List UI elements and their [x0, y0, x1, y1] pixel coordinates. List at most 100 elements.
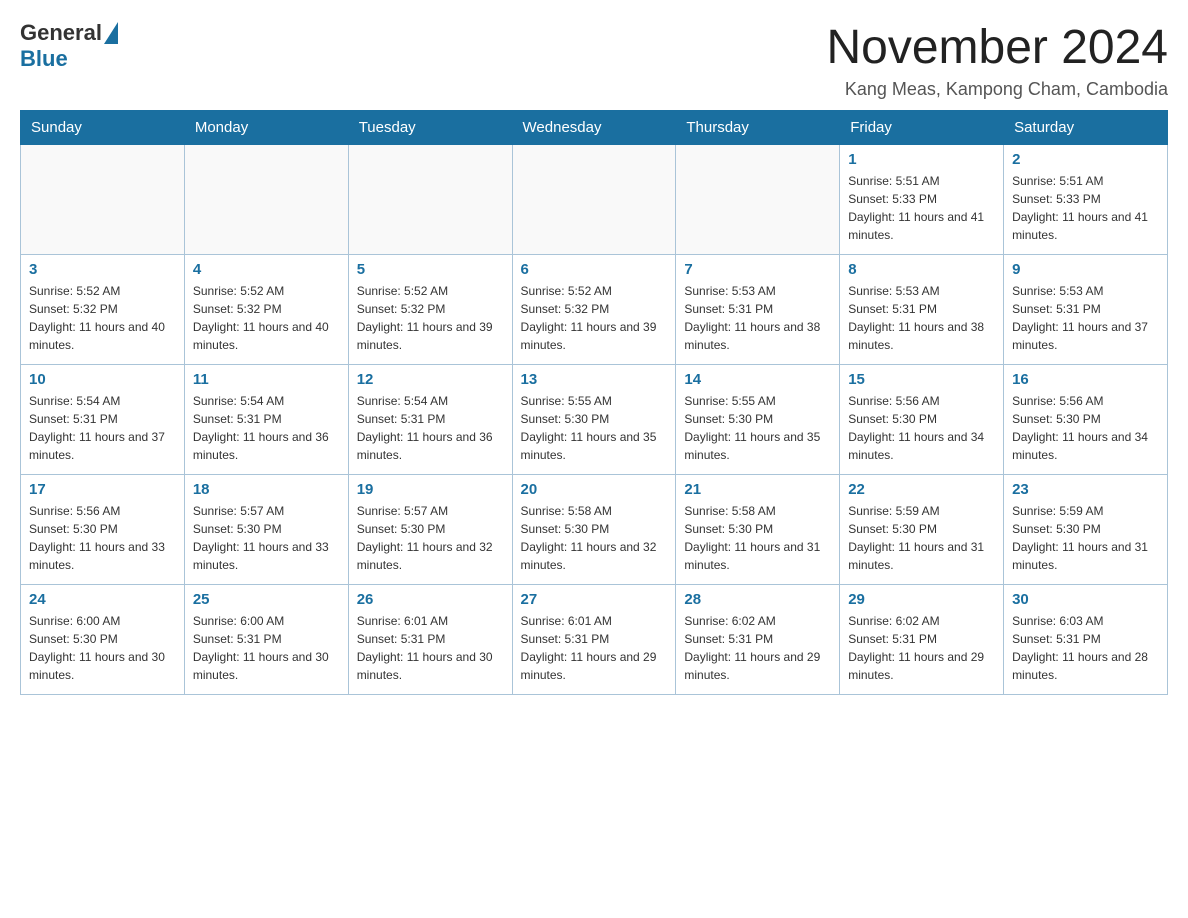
calendar-cell: 1 Sunrise: 5:51 AMSunset: 5:33 PMDaylight… [840, 145, 1004, 255]
page-header: General Blue November 2024 Kang Meas, Ka… [20, 20, 1168, 100]
calendar-cell: 16 Sunrise: 5:56 AMSunset: 5:30 PMDayligh… [1004, 365, 1168, 475]
day-number: 4 [193, 261, 340, 278]
title-area: November 2024 Kang Meas, Kampong Cham, C… [826, 20, 1168, 100]
day-number: 29 [848, 591, 995, 608]
calendar-cell: 7 Sunrise: 5:53 AMSunset: 5:31 PMDaylight… [676, 255, 840, 365]
sun-info: Sunrise: 5:53 AMSunset: 5:31 PMDaylight:… [1012, 282, 1159, 354]
calendar-cell [512, 145, 676, 255]
calendar-cell [184, 145, 348, 255]
logo-blue-text: Blue [20, 46, 118, 72]
calendar-cell: 25Sunrise: 6:00 AMSunset: 5:31 PMDayligh… [184, 585, 348, 695]
calendar-cell: 24 Sunrise: 6:00 AMSunset: 5:30 PMDayligh… [21, 585, 185, 695]
calendar-cell [676, 145, 840, 255]
week-row-1: 1 Sunrise: 5:51 AMSunset: 5:33 PMDaylight… [21, 145, 1168, 255]
day-number: 21 [684, 481, 831, 498]
sun-info: Sunrise: 5:54 AMSunset: 5:31 PMDaylight:… [193, 392, 340, 464]
weekday-header-wednesday: Wednesday [512, 111, 676, 145]
sun-info: Sunrise: 5:58 AMSunset: 5:30 PMDaylight:… [684, 502, 831, 574]
sun-info: Sunrise: 5:54 AMSunset: 5:31 PMDaylight:… [29, 392, 176, 464]
calendar-cell: 23Sunrise: 5:59 AMSunset: 5:30 PMDayligh… [1004, 475, 1168, 585]
sun-info: Sunrise: 5:57 AMSunset: 5:30 PMDaylight:… [357, 502, 504, 574]
location-title: Kang Meas, Kampong Cham, Cambodia [826, 79, 1168, 100]
calendar-table: SundayMondayTuesdayWednesdayThursdayFrid… [20, 110, 1168, 695]
sun-info: Sunrise: 6:00 AMSunset: 5:30 PMDaylight:… [29, 612, 176, 684]
day-number: 1 [848, 151, 995, 168]
calendar-cell: 2 Sunrise: 5:51 AMSunset: 5:33 PMDaylight… [1004, 145, 1168, 255]
day-number: 11 [193, 371, 340, 388]
day-number: 27 [521, 591, 668, 608]
day-number: 18 [193, 481, 340, 498]
day-number: 14 [684, 371, 831, 388]
day-number: 7 [684, 261, 831, 278]
weekday-header-friday: Friday [840, 111, 1004, 145]
sun-info: Sunrise: 5:52 AMSunset: 5:32 PMDaylight:… [29, 282, 176, 354]
sun-info: Sunrise: 5:53 AMSunset: 5:31 PMDaylight:… [848, 282, 995, 354]
day-number: 17 [29, 481, 176, 498]
calendar-cell: 27Sunrise: 6:01 AMSunset: 5:31 PMDayligh… [512, 585, 676, 695]
sun-info: Sunrise: 6:00 AMSunset: 5:31 PMDaylight:… [193, 612, 340, 684]
sun-info: Sunrise: 6:03 AMSunset: 5:31 PMDaylight:… [1012, 612, 1159, 684]
weekday-header-sunday: Sunday [21, 111, 185, 145]
day-number: 12 [357, 371, 504, 388]
day-number: 10 [29, 371, 176, 388]
sun-info: Sunrise: 5:54 AMSunset: 5:31 PMDaylight:… [357, 392, 504, 464]
sun-info: Sunrise: 5:51 AMSunset: 5:33 PMDaylight:… [1012, 172, 1159, 244]
day-number: 19 [357, 481, 504, 498]
day-number: 15 [848, 371, 995, 388]
weekday-header-tuesday: Tuesday [348, 111, 512, 145]
day-number: 26 [357, 591, 504, 608]
calendar-cell: 26 Sunrise: 6:01 AMSunset: 5:31 PMDayligh… [348, 585, 512, 695]
weekday-header-thursday: Thursday [676, 111, 840, 145]
calendar-cell: 11 Sunrise: 5:54 AMSunset: 5:31 PMDayligh… [184, 365, 348, 475]
calendar-cell: 15Sunrise: 5:56 AMSunset: 5:30 PMDayligh… [840, 365, 1004, 475]
sun-info: Sunrise: 5:59 AMSunset: 5:30 PMDaylight:… [848, 502, 995, 574]
calendar-cell: 18 Sunrise: 5:57 AMSunset: 5:30 PMDayligh… [184, 475, 348, 585]
week-row-5: 24 Sunrise: 6:00 AMSunset: 5:30 PMDayligh… [21, 585, 1168, 695]
day-number: 13 [521, 371, 668, 388]
logo: General Blue [20, 20, 118, 72]
calendar-cell [21, 145, 185, 255]
week-row-2: 3Sunrise: 5:52 AMSunset: 5:32 PMDaylight… [21, 255, 1168, 365]
sun-info: Sunrise: 6:02 AMSunset: 5:31 PMDaylight:… [684, 612, 831, 684]
calendar-cell: 28 Sunrise: 6:02 AMSunset: 5:31 PMDayligh… [676, 585, 840, 695]
sun-info: Sunrise: 5:52 AMSunset: 5:32 PMDaylight:… [357, 282, 504, 354]
sun-info: Sunrise: 5:53 AMSunset: 5:31 PMDaylight:… [684, 282, 831, 354]
day-number: 9 [1012, 261, 1159, 278]
calendar-cell: 12 Sunrise: 5:54 AMSunset: 5:31 PMDayligh… [348, 365, 512, 475]
logo-general-text: General [20, 20, 102, 46]
day-number: 24 [29, 591, 176, 608]
sun-info: Sunrise: 5:55 AMSunset: 5:30 PMDaylight:… [684, 392, 831, 464]
sun-info: Sunrise: 5:56 AMSunset: 5:30 PMDaylight:… [1012, 392, 1159, 464]
calendar-cell: 5 Sunrise: 5:52 AMSunset: 5:32 PMDaylight… [348, 255, 512, 365]
calendar-cell: 22 Sunrise: 5:59 AMSunset: 5:30 PMDayligh… [840, 475, 1004, 585]
calendar-cell: 13 Sunrise: 5:55 AMSunset: 5:30 PMDayligh… [512, 365, 676, 475]
sun-info: Sunrise: 5:52 AMSunset: 5:32 PMDaylight:… [521, 282, 668, 354]
calendar-cell: 4Sunrise: 5:52 AMSunset: 5:32 PMDaylight… [184, 255, 348, 365]
calendar-header-row: SundayMondayTuesdayWednesdayThursdayFrid… [21, 111, 1168, 145]
calendar-cell: 6 Sunrise: 5:52 AMSunset: 5:32 PMDaylight… [512, 255, 676, 365]
day-number: 2 [1012, 151, 1159, 168]
sun-info: Sunrise: 5:58 AMSunset: 5:30 PMDaylight:… [521, 502, 668, 574]
calendar-cell: 30 Sunrise: 6:03 AMSunset: 5:31 PMDayligh… [1004, 585, 1168, 695]
day-number: 30 [1012, 591, 1159, 608]
week-row-4: 17Sunrise: 5:56 AMSunset: 5:30 PMDayligh… [21, 475, 1168, 585]
calendar-cell: 14 Sunrise: 5:55 AMSunset: 5:30 PMDayligh… [676, 365, 840, 475]
calendar-cell: 9 Sunrise: 5:53 AMSunset: 5:31 PMDaylight… [1004, 255, 1168, 365]
calendar-cell: 10 Sunrise: 5:54 AMSunset: 5:31 PMDayligh… [21, 365, 185, 475]
day-number: 22 [848, 481, 995, 498]
sun-info: Sunrise: 5:51 AMSunset: 5:33 PMDaylight:… [848, 172, 995, 244]
weekday-header-monday: Monday [184, 111, 348, 145]
day-number: 6 [521, 261, 668, 278]
day-number: 28 [684, 591, 831, 608]
day-number: 23 [1012, 481, 1159, 498]
day-number: 5 [357, 261, 504, 278]
weekday-header-saturday: Saturday [1004, 111, 1168, 145]
sun-info: Sunrise: 5:55 AMSunset: 5:30 PMDaylight:… [521, 392, 668, 464]
sun-info: Sunrise: 6:01 AMSunset: 5:31 PMDaylight:… [357, 612, 504, 684]
calendar-cell: 19 Sunrise: 5:57 AMSunset: 5:30 PMDayligh… [348, 475, 512, 585]
month-title: November 2024 [826, 20, 1168, 75]
day-number: 16 [1012, 371, 1159, 388]
calendar-cell: 8 Sunrise: 5:53 AMSunset: 5:31 PMDaylight… [840, 255, 1004, 365]
day-number: 8 [848, 261, 995, 278]
sun-info: Sunrise: 5:57 AMSunset: 5:30 PMDaylight:… [193, 502, 340, 574]
